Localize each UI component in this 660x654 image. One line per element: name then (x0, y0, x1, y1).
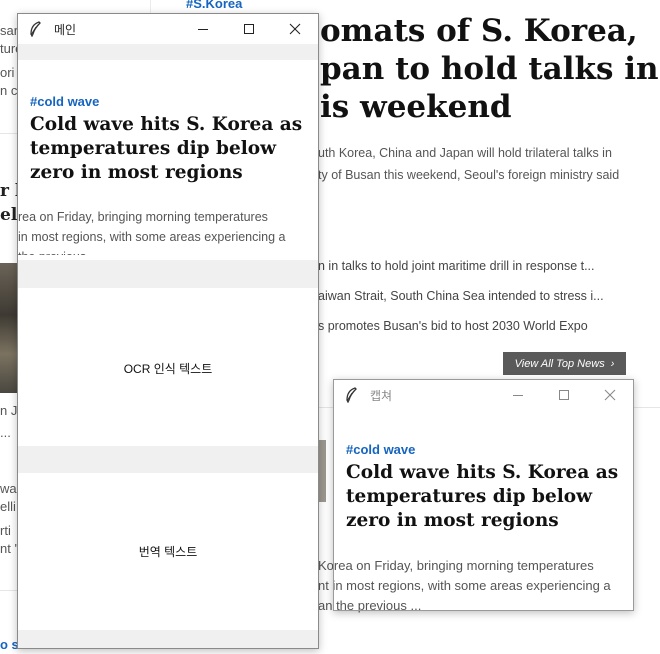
capture-window-titlebar[interactable]: 캡쳐 (334, 380, 633, 410)
news-photo (0, 263, 18, 393)
headline-line: omats of S. Korea, (320, 13, 638, 49)
panel-gap (18, 260, 318, 288)
article-title[interactable]: Cold wave hits S. Korea as temperatures … (30, 113, 310, 185)
capture-window[interactable]: 캡쳐 #cold wave Cold wave hits S. Korea as… (333, 379, 634, 611)
article-body-line: the previous ... (18, 247, 286, 255)
lead-line: uth Korea, China and Japan will hold tri… (318, 146, 612, 160)
main-window-titlebar[interactable]: 메인 (18, 14, 318, 44)
close-icon[interactable] (587, 380, 633, 410)
related-item[interactable]: s promotes Busan's bid to host 2030 Worl… (318, 319, 588, 333)
ocr-text-panel: OCR 인식 텍스트 (18, 288, 318, 446)
maximize-icon[interactable] (226, 14, 272, 44)
window-title: 메인 (54, 22, 77, 37)
feather-icon (28, 21, 50, 37)
view-all-top-news-button[interactable]: View All Top News › (503, 352, 626, 375)
left-text-fragment: n c (0, 83, 18, 98)
left-text-fragment: rti (0, 523, 11, 538)
news-photo-2 (318, 440, 326, 502)
translation-text-label: 번역 텍스트 (138, 545, 198, 559)
ocr-text-label: OCR 인식 텍스트 (123, 362, 213, 376)
article-title: Cold wave hits S. Korea as temperatures … (346, 462, 619, 531)
maximize-icon[interactable] (541, 380, 587, 410)
panel-gap (18, 446, 318, 473)
related-item[interactable]: aiwan Strait, South China Sea intended t… (318, 289, 604, 303)
lead-line: ty of Busan this weekend, Seoul's foreig… (318, 168, 620, 182)
chevron-right-icon: › (610, 357, 615, 370)
left-text-fragment: elli (0, 499, 16, 514)
window-title: 캡쳐 (370, 388, 393, 403)
panel-gap (18, 44, 318, 60)
close-icon[interactable] (272, 14, 318, 44)
article-tag[interactable]: #cold wave (30, 94, 310, 109)
view-all-label: View All Top News (514, 357, 605, 370)
feather-icon (344, 387, 366, 403)
headline-line: is weekend (320, 89, 512, 125)
left-text-fragment: wa (0, 481, 17, 496)
translation-text-panel: 번역 텍스트 (18, 473, 318, 630)
panel-gap (18, 630, 318, 648)
top-tag[interactable]: #S.Korea (186, 0, 242, 13)
headline[interactable]: omats of S. Korea, pan to hold talks in … (320, 12, 660, 126)
left-text-fragment: nt ' (0, 541, 17, 556)
minimize-icon[interactable] (495, 380, 541, 410)
article-tag: #cold wave (346, 442, 416, 457)
left-text-fragment: sar (0, 23, 19, 38)
capture-preview-panel: #cold wave Cold wave hits S. Korea as te… (18, 60, 318, 260)
main-window[interactable]: 메인 #cold wave Cold wave hits S. Korea as… (17, 13, 319, 649)
lead-paragraph: uth Korea, China and Japan will hold tri… (318, 142, 619, 186)
capture-region[interactable]: #cold wave Cold wave hits S. Korea as te… (334, 410, 633, 555)
related-item[interactable]: n in talks to hold joint maritime drill … (318, 259, 595, 273)
article-body-line: in most regions, with some areas experie… (18, 230, 286, 244)
article-body-line: rea on Friday, bringing morning temperat… (18, 210, 268, 224)
left-text-fragment: ... (0, 425, 11, 440)
left-text-fragment: ori (0, 65, 15, 80)
headline-line: pan to hold talks in (320, 51, 659, 87)
minimize-icon[interactable] (180, 14, 226, 44)
